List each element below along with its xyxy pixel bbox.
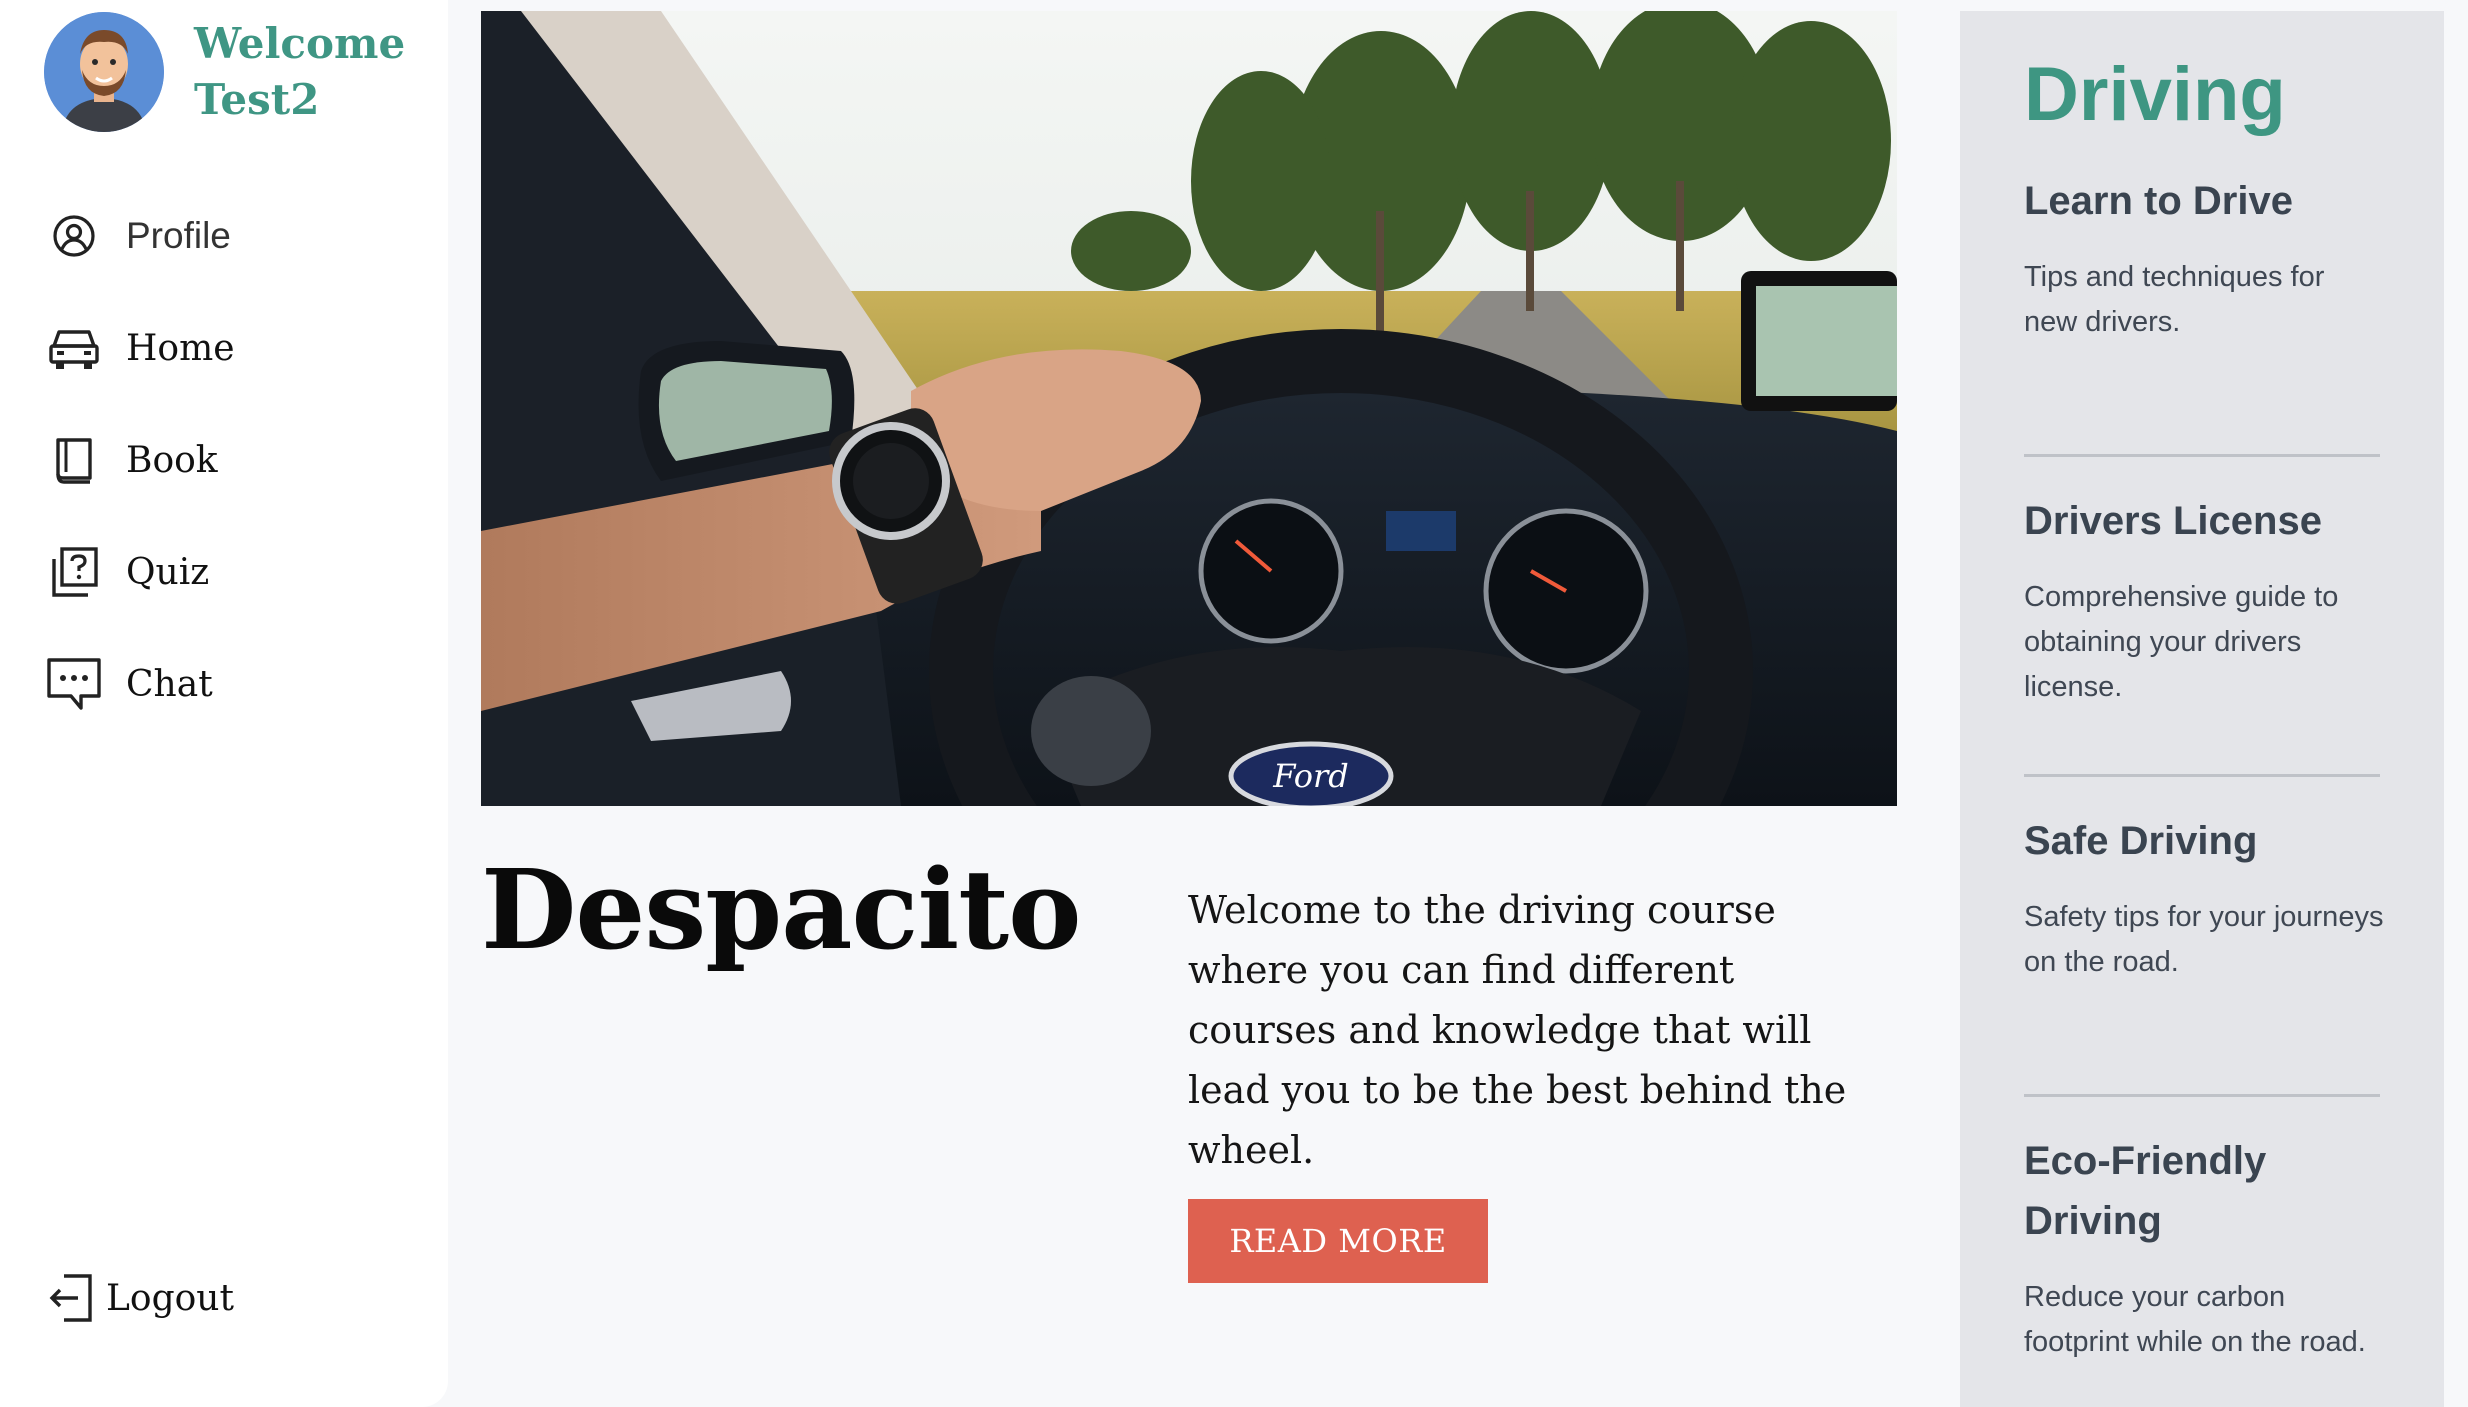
topic-card-learn-to-drive[interactable]: Learn to Drive Tips and techniques for n…: [2024, 171, 2384, 345]
sidebar-item-label: Book: [126, 439, 218, 481]
divider: [2024, 774, 2380, 777]
panel-title: Driving: [2024, 52, 2286, 137]
sidebar-item-label: Quiz: [126, 551, 210, 593]
hero-image: Ford: [481, 11, 1897, 806]
divider: [2024, 1094, 2380, 1097]
car-icon: [44, 318, 104, 378]
sidebar-item-label: Home: [126, 327, 235, 369]
sidebar-item-label: Chat: [126, 663, 213, 705]
welcome-text: Welcome Test2: [194, 16, 405, 128]
sidebar-item-quiz[interactable]: Quiz: [44, 536, 235, 608]
topic-card-drivers-license[interactable]: Drivers License Comprehensive guide to o…: [2024, 491, 2384, 710]
divider: [2024, 454, 2380, 457]
sidebar-item-home[interactable]: Home: [44, 312, 235, 384]
page-headline: Despacito: [481, 845, 1081, 974]
topic-description: Tips and techniques for new drivers.: [2024, 261, 2325, 338]
topic-title: Safe Driving: [2024, 819, 2258, 863]
topic-description: Safety tips for your journeys on the roa…: [2024, 901, 2384, 978]
topic-description: Reduce your carbon footprint while on th…: [2024, 1281, 2366, 1358]
topic-description: Comprehensive guide to obtaining your dr…: [2024, 581, 2339, 703]
sidebar-item-chat[interactable]: Chat: [44, 648, 235, 720]
user-profile-header: Welcome Test2: [44, 12, 405, 132]
quiz-icon: [44, 542, 104, 602]
sidebar-item-label: Profile: [126, 215, 231, 256]
chat-icon: [44, 654, 104, 714]
topic-title: Eco-Friendly Driving: [2024, 1139, 2267, 1243]
intro-paragraph: Welcome to the driving course where you …: [1188, 888, 1847, 1172]
topic-title: Drivers License: [2024, 499, 2322, 543]
sidebar-item-book[interactable]: Book: [44, 424, 235, 496]
logout-button[interactable]: Logout: [44, 1270, 234, 1326]
topic-title: Learn to Drive: [2024, 179, 2293, 223]
sidebar-nav: Profile Home Book Quiz Chat: [44, 200, 235, 760]
book-icon: [44, 430, 104, 490]
read-more-button[interactable]: READ MORE: [1188, 1199, 1488, 1283]
topics-panel: Driving Learn to Drive Tips and techniqu…: [1960, 11, 2444, 1407]
avatar[interactable]: [44, 12, 164, 132]
welcome-username: Test2: [194, 75, 320, 124]
sidebar-item-profile[interactable]: Profile: [44, 200, 235, 272]
topic-card-eco-friendly-driving[interactable]: Eco-Friendly Driving Reduce your carbon …: [2024, 1131, 2384, 1365]
topic-card-safe-driving[interactable]: Safe Driving Safety tips for your journe…: [2024, 811, 2384, 985]
welcome-greeting: Welcome: [194, 19, 406, 68]
logout-icon: [44, 1270, 100, 1326]
hero-brand-badge: Ford: [1272, 757, 1349, 795]
user-circle-icon: [44, 206, 104, 266]
logout-label: Logout: [106, 1277, 234, 1319]
sidebar: Welcome Test2 Profile Home Book Quiz Cha…: [0, 0, 448, 1407]
